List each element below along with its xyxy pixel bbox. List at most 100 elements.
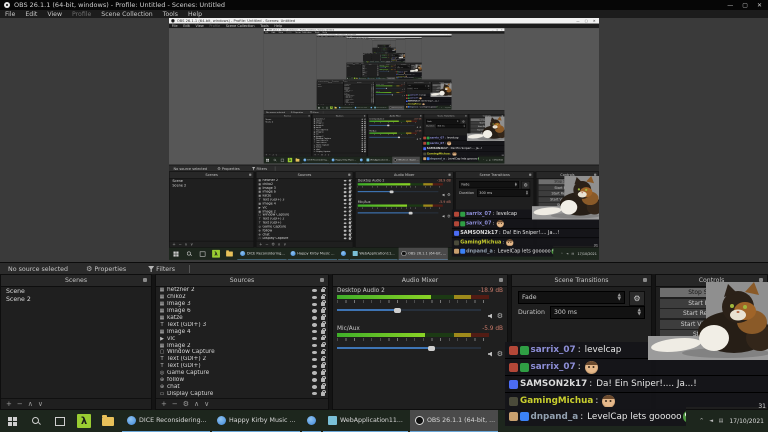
visibility-eye-icon[interactable] — [343, 210, 347, 213]
lock-icon[interactable] — [348, 217, 352, 221]
taskbar-window-button[interactable]: Happy Kirby Music ... — [353, 106, 370, 110]
lock-icon[interactable] — [321, 321, 326, 327]
duration-spinbox[interactable]: 300 ms ▲▼ — [400, 66, 410, 69]
menu-item[interactable]: Profile — [67, 11, 96, 18]
source-row[interactable]: ▦ hetzner 2 — [156, 287, 328, 294]
source-row[interactable]: ▦ Image 2 — [156, 341, 328, 349]
lock-icon[interactable] — [321, 362, 326, 369]
volume-slider[interactable] — [379, 70, 394, 72]
obs-titlebar[interactable]: OBS 26.1.1 (64-bit, windows) - Profile: … — [0, 0, 768, 10]
speaker-icon[interactable] — [416, 138, 418, 140]
lock-icon[interactable] — [348, 232, 352, 236]
taskbar-window-button[interactable] — [338, 248, 349, 260]
task-view-button[interactable] — [196, 248, 209, 260]
transition-settings-button[interactable]: ⚙ — [629, 291, 645, 306]
scene-row[interactable]: Scene 2 — [346, 66, 361, 67]
duration-spinbox[interactable]: 300 ms ▲▼ — [477, 189, 531, 197]
speaker-icon[interactable] — [487, 351, 492, 357]
search-button[interactable] — [182, 248, 195, 260]
source-row[interactable]: ◎ Game Capture — [156, 369, 328, 377]
properties-button[interactable]: ⚙ Properties — [82, 265, 130, 274]
source-row[interactable]: ▦ chiko2 — [156, 293, 328, 301]
chat-username[interactable]: dnpand_a — [531, 412, 579, 422]
volume-slider[interactable] — [357, 211, 439, 215]
lock-icon[interactable] — [321, 376, 326, 382]
lock-icon[interactable] — [348, 194, 352, 198]
chat-username[interactable]: sarrix_07 — [430, 142, 444, 145]
visibility-eye-icon[interactable] — [343, 198, 347, 201]
source-row[interactable]: ⊕ follow — [156, 376, 328, 384]
mixer-panel-header[interactable]: Audio Mixer — [333, 275, 507, 287]
remove-scene-button[interactable]: − — [178, 242, 181, 246]
chat-username[interactable]: dnpand_a — [410, 106, 418, 108]
scenes-panel-header[interactable]: Scenes — [362, 53, 372, 55]
volume-slider[interactable] — [357, 190, 439, 193]
add-scene-button[interactable]: + — [172, 242, 175, 246]
taskbar-window-button[interactable]: DICE Reconsidering... — [237, 248, 287, 260]
visibility-eye-icon[interactable] — [312, 323, 317, 327]
task-view-button[interactable] — [279, 157, 287, 164]
speaker-icon[interactable] — [487, 313, 492, 319]
source-up-button[interactable]: ∧ — [278, 242, 281, 246]
transitions-panel-header[interactable]: Scene Transitions — [455, 172, 534, 179]
source-row[interactable]: ▭ Display Capture — [156, 390, 328, 397]
start-button[interactable] — [264, 157, 272, 164]
sources-panel-header[interactable]: Sources — [256, 172, 353, 179]
chat-username[interactable]: sarrix_07 — [430, 136, 444, 139]
tray-icons[interactable]: ^ ◄ ▤ — [483, 159, 491, 161]
slider-handle[interactable] — [387, 124, 390, 127]
taskbar-window-button[interactable]: WebApplication11... — [323, 410, 408, 432]
lock-icon[interactable] — [348, 197, 352, 201]
lock-icon[interactable] — [321, 314, 326, 320]
volume-slider[interactable] — [375, 94, 402, 96]
lock-icon[interactable] — [348, 182, 352, 186]
menu-item[interactable]: Edit — [20, 11, 42, 18]
taskbar-window-button[interactable]: OBS 26.1.1 (64-bit, ... — [398, 247, 448, 260]
speaker-icon[interactable] — [442, 214, 445, 218]
slider-handle[interactable] — [391, 94, 393, 96]
visibility-eye-icon[interactable] — [312, 357, 317, 362]
lock-icon[interactable] — [321, 390, 326, 396]
source-row[interactable]: ⊕ chat — [156, 383, 328, 390]
visibility-eye-icon[interactable] — [343, 195, 347, 198]
visibility-eye-icon[interactable] — [343, 218, 347, 221]
maximize-button[interactable]: ▢ — [742, 2, 748, 9]
scene-row[interactable]: Scene 2 — [264, 121, 311, 124]
menu-item[interactable]: Help — [183, 11, 207, 18]
lambda-app-button[interactable]: λ — [72, 410, 96, 432]
lock-icon[interactable] — [348, 221, 352, 225]
duration-spinbox[interactable]: 300 ms ▲▼ — [413, 87, 430, 90]
slider-handle[interactable] — [408, 211, 413, 215]
clock-date[interactable]: 17/10/2021 — [577, 252, 596, 256]
add-source-button[interactable]: + — [314, 154, 316, 157]
lock-icon[interactable] — [348, 228, 352, 232]
taskbar-window-button[interactable]: WebApplication11... — [373, 106, 389, 110]
taskbar-window-button[interactable]: Happy Kirby Music ... — [287, 248, 337, 260]
visibility-eye-icon[interactable] — [343, 237, 347, 240]
close-button[interactable]: ✕ — [593, 19, 596, 23]
scenes-panel-header[interactable]: Scenes — [316, 82, 344, 85]
chat-username[interactable]: GamingMichua — [520, 396, 593, 406]
duration-spinbox[interactable]: 300 ms ▲▼ — [550, 306, 645, 319]
lock-icon[interactable] — [321, 328, 326, 334]
source-down-button[interactable]: ∨ — [283, 242, 286, 246]
lock-icon[interactable] — [321, 335, 326, 341]
duration-spinbox[interactable]: 300 ms ▲▼ — [436, 124, 466, 129]
taskbar-window-button[interactable] — [358, 157, 365, 164]
add-source-button[interactable]: + — [259, 242, 262, 246]
taskbar-window-button[interactable]: DICE Reconsidering... — [301, 157, 330, 164]
source-row[interactable]: ▦ katze — [156, 314, 328, 322]
chat-username[interactable]: sarrix_07 — [410, 97, 418, 99]
source-row[interactable]: ▶ vlc — [156, 335, 328, 342]
lock-icon[interactable] — [348, 205, 352, 209]
visibility-eye-icon[interactable] — [312, 343, 317, 348]
close-button[interactable]: ✕ — [757, 2, 762, 9]
visibility-eye-icon[interactable] — [343, 183, 347, 186]
scene-up-button[interactable]: ∧ — [28, 400, 33, 408]
remove-source-button[interactable]: − — [172, 400, 178, 408]
lock-icon[interactable] — [348, 224, 352, 228]
add-source-button[interactable]: + — [161, 400, 167, 408]
tray-icons[interactable]: ^ ◄ ▤ — [699, 418, 725, 424]
lock-icon[interactable] — [348, 190, 352, 194]
chat-username[interactable]: SAMSON2k17 — [408, 100, 420, 102]
